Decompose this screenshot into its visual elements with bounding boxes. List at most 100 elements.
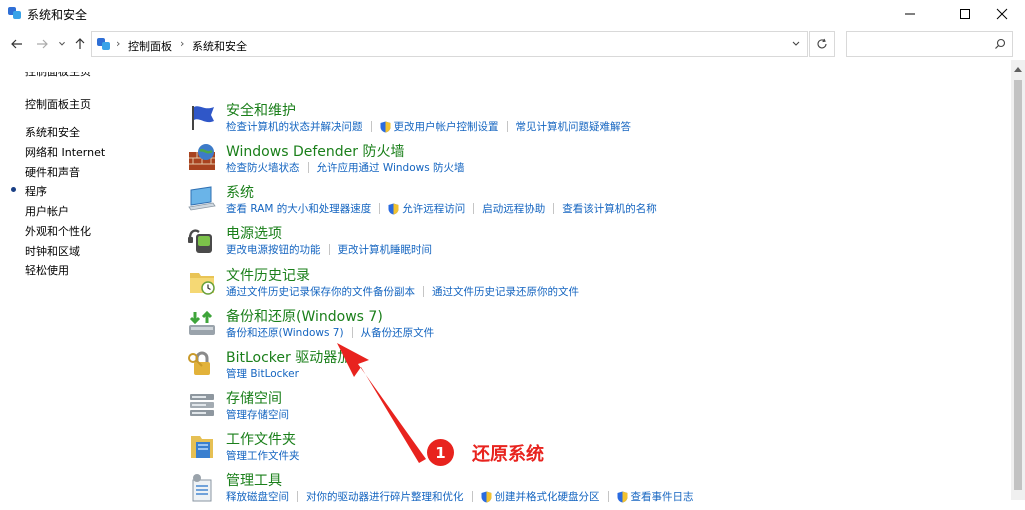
sidebar-item-hardware[interactable]: 硬件和声音 — [25, 164, 80, 180]
address-bar[interactable]: › 控制面板 › 系统和安全 — [91, 31, 808, 57]
uac-shield-icon — [380, 121, 390, 132]
recent-locations-button[interactable] — [56, 36, 68, 52]
link-create-partitions[interactable]: 创建并格式化硬盘分区 — [495, 489, 600, 504]
link-divider — [351, 327, 353, 338]
link-view-event-logs[interactable]: 查看事件日志 — [631, 489, 694, 504]
bitlocker-icon — [188, 351, 210, 375]
category-power: 电源选项 更改电源按钮的功能 更改计算机睡眠时间 — [175, 223, 1015, 263]
link-divider — [607, 491, 609, 502]
uac-shield-icon — [481, 491, 491, 502]
link-manage-storage[interactable]: 管理存储空间 — [226, 407, 289, 422]
link-view-ram[interactable]: 查看 RAM 的大小和处理器速度 — [226, 201, 371, 216]
sidebar-item-user-accounts[interactable]: 用户帐户 — [25, 203, 69, 219]
link-check-status[interactable]: 检查计算机的状态并解决问题 — [226, 119, 363, 134]
sidebar-item-cut[interactable]: 控制面板主页 — [25, 72, 91, 82]
link-uac-settings[interactable]: 更改用户帐户控制设置 — [394, 119, 499, 134]
category-links: 管理工作文件夹 — [226, 448, 300, 463]
link-free-disk-space[interactable]: 释放磁盘空间 — [226, 489, 289, 504]
category-title[interactable]: 电源选项 — [226, 223, 282, 243]
category-title[interactable]: Windows Defender 防火墙 — [226, 141, 404, 161]
category-bitlocker: BitLocker 驱动器加 管理 BitLocker — [175, 347, 1015, 387]
chevron-down-icon[interactable] — [791, 39, 801, 49]
arrow-right-icon — [37, 39, 48, 49]
category-storage-spaces: 存储空间 管理存储空间 — [175, 388, 1015, 428]
category-title[interactable]: 存储空间 — [226, 388, 282, 408]
category-title[interactable]: 安全和维护 — [226, 100, 296, 120]
category-title[interactable]: 管理工具 — [226, 470, 282, 490]
breadcrumb-control-panel[interactable]: 控制面板 — [128, 38, 172, 54]
title-bar: 系统和安全 — [0, 0, 1025, 28]
back-button[interactable] — [9, 36, 25, 52]
uac-shield-icon — [617, 491, 627, 502]
category-links: 通过文件历史记录保存你的文件备份副本 通过文件历史记录还原你的文件 — [226, 284, 579, 299]
link-divider — [328, 244, 330, 255]
arrow-left-icon — [11, 39, 22, 49]
sidebar: 控制面板主页 控制面板主页 系统和安全 网络和 Internet 硬件和声音 程… — [0, 60, 175, 500]
link-power-button[interactable]: 更改电源按钮的功能 — [226, 242, 321, 257]
link-firewall-status[interactable]: 检查防火墙状态 — [226, 160, 300, 175]
category-links: 查看 RAM 的大小和处理器速度 允许远程访问 启动远程协助 查看该计算机的名称 — [226, 201, 657, 216]
sidebar-item-programs[interactable]: 程序 — [25, 183, 47, 199]
flag-icon — [192, 106, 214, 130]
category-firewall: Windows Defender 防火墙 检查防火墙状态 允许应用通过 Wind… — [175, 141, 1015, 181]
link-sleep-time[interactable]: 更改计算机睡眠时间 — [338, 242, 433, 257]
close-icon — [996, 8, 1008, 20]
category-links: 检查防火墙状态 允许应用通过 Windows 防火墙 — [226, 160, 465, 175]
breadcrumb-separator[interactable]: › — [180, 37, 184, 50]
sidebar-item-appearance[interactable]: 外观和个性化 — [25, 223, 91, 239]
link-restore-files[interactable]: 通过文件历史记录还原你的文件 — [432, 284, 579, 299]
navigation-bar: › 控制面板 › 系统和安全 — [0, 30, 1025, 58]
category-system: 系统 查看 RAM 的大小和处理器速度 允许远程访问 启动远程协助 查看该计算机… — [175, 182, 1015, 222]
link-backup-restore[interactable]: 备份和还原(Windows 7) — [226, 325, 344, 340]
category-links: 更改电源按钮的功能 更改计算机睡眠时间 — [226, 242, 432, 257]
scrollbar-thumb[interactable] — [1014, 80, 1022, 490]
link-defragment[interactable]: 对你的驱动器进行碎片整理和优化 — [306, 489, 464, 504]
sidebar-item-network[interactable]: 网络和 Internet — [25, 144, 105, 160]
up-button[interactable] — [72, 36, 88, 52]
scroll-up-icon[interactable] — [1014, 66, 1022, 72]
link-divider — [370, 121, 372, 132]
arrow-up-icon — [75, 38, 85, 49]
search-input[interactable] — [846, 31, 1013, 57]
maximize-icon — [960, 9, 970, 19]
sidebar-item-home[interactable]: 控制面板主页 — [25, 96, 91, 112]
forward-button[interactable] — [34, 36, 50, 52]
category-title[interactable]: 系统 — [226, 182, 254, 202]
sidebar-item-system-security[interactable]: 系统和安全 — [25, 124, 80, 140]
minimize-button[interactable] — [887, 0, 933, 28]
sidebar-item-ease-of-access[interactable]: 轻松使用 — [25, 262, 69, 278]
link-manage-work-folders[interactable]: 管理工作文件夹 — [226, 448, 300, 463]
search-icon — [995, 38, 1006, 49]
link-allow-app[interactable]: 允许应用通过 Windows 防火墙 — [317, 160, 465, 175]
category-title[interactable]: 文件历史记录 — [226, 265, 310, 285]
breadcrumb-separator[interactable]: › — [116, 37, 120, 50]
chevron-down-icon — [59, 41, 65, 46]
link-restore-from-backup[interactable]: 从备份还原文件 — [361, 325, 435, 340]
vertical-scrollbar[interactable] — [1011, 60, 1025, 500]
link-divider — [471, 491, 473, 502]
link-remote-access[interactable]: 允许远程访问 — [402, 201, 465, 216]
control-panel-icon — [97, 38, 110, 50]
link-computer-name[interactable]: 查看该计算机的名称 — [562, 201, 657, 216]
uac-shield-icon — [388, 203, 399, 214]
link-divider — [297, 491, 298, 502]
refresh-button[interactable] — [809, 31, 835, 57]
category-title[interactable]: 工作文件夹 — [226, 429, 296, 449]
link-divider — [423, 286, 424, 297]
link-manage-bitlocker[interactable]: 管理 BitLocker — [226, 366, 299, 381]
link-save-backup[interactable]: 通过文件历史记录保存你的文件备份副本 — [226, 284, 415, 299]
close-button[interactable] — [979, 0, 1025, 28]
link-troubleshoot[interactable]: 常见计算机问题疑难解答 — [516, 119, 632, 134]
category-links: 管理存储空间 — [226, 407, 289, 422]
category-links: 备份和还原(Windows 7) 从备份还原文件 — [226, 325, 434, 340]
link-remote-assist[interactable]: 启动远程协助 — [482, 201, 545, 216]
category-admin-tools: 管理工具 释放磁盘空间 对你的驱动器进行碎片整理和优化 创建并格式化硬盘分区 查… — [175, 470, 1015, 510]
category-title[interactable]: 备份和还原(Windows 7) — [226, 306, 383, 326]
category-list: 安全和维护 检查计算机的状态并解决问题 更改用户帐户控制设置 常见计算机问题疑难… — [175, 60, 1025, 503]
breadcrumb-system-security[interactable]: 系统和安全 — [192, 38, 247, 54]
work-folder-icon — [191, 436, 213, 458]
sidebar-item-clock-region[interactable]: 时钟和区域 — [25, 243, 80, 259]
category-links: 释放磁盘空间 对你的驱动器进行碎片整理和优化 创建并格式化硬盘分区 查看事件日志 — [226, 489, 694, 504]
category-title[interactable]: BitLocker 驱动器加 — [226, 347, 351, 367]
category-links: 管理 BitLocker — [226, 366, 299, 381]
